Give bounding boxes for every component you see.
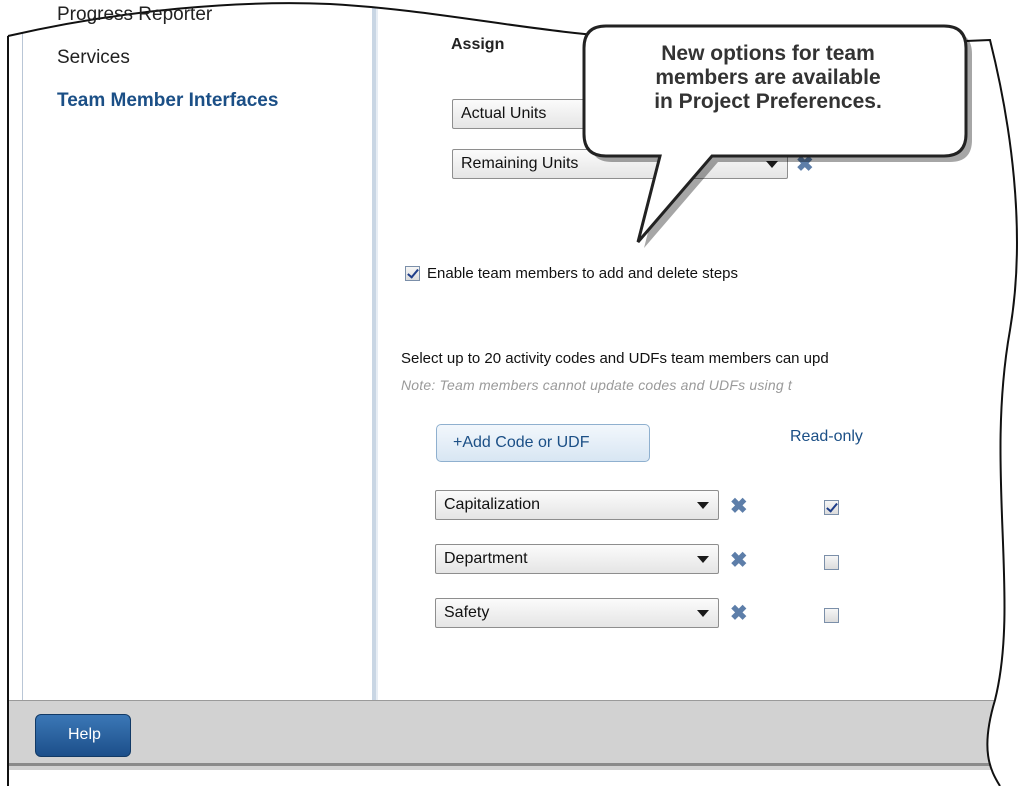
callout-line: New options for team [661,42,875,65]
screenshot-canvas: Progress Reporter Services Team Member I… [0,0,1027,786]
callout-line: in Project Preferences. [654,90,882,113]
callout-bubble [582,24,972,248]
callout-text: New options for team members are availab… [578,42,958,114]
callout-line: members are available [655,66,881,89]
